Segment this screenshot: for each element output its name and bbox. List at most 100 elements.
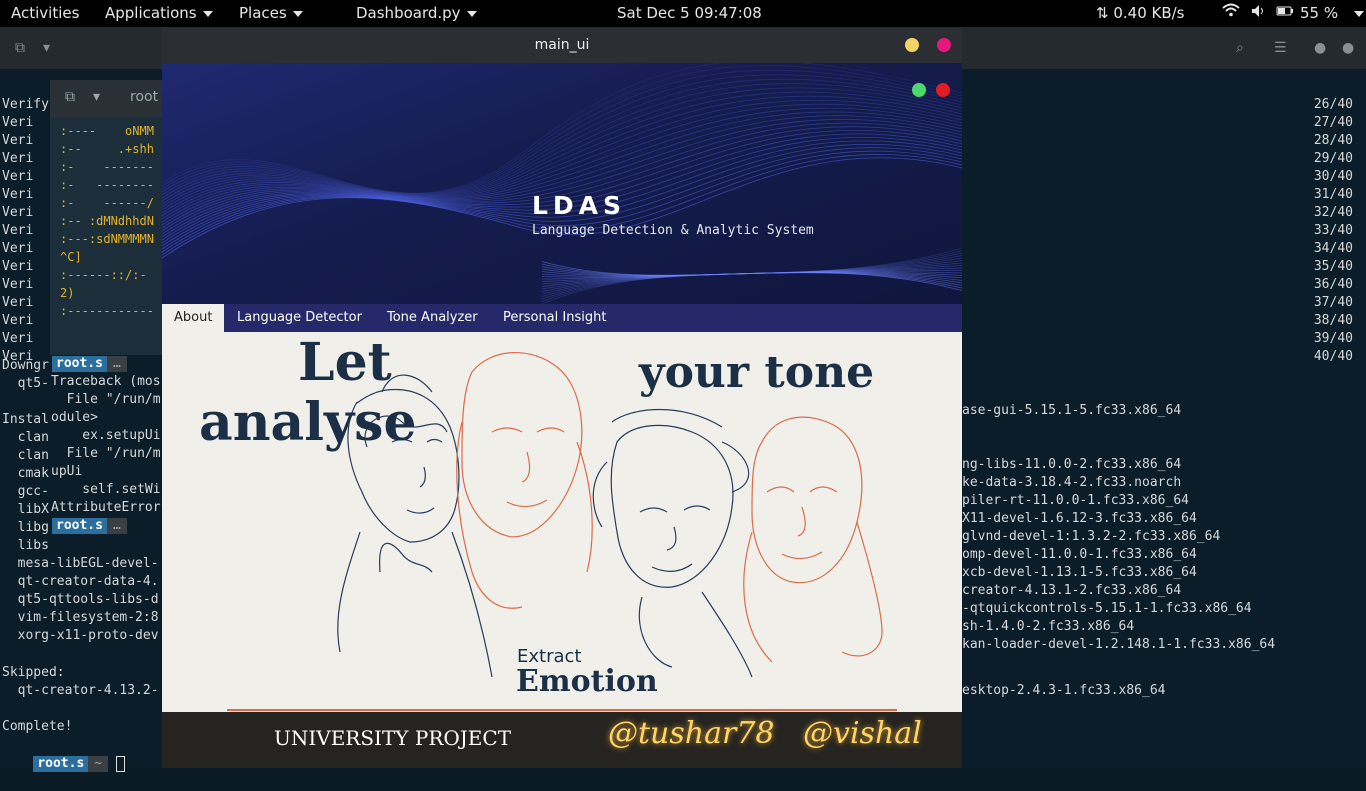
close-button[interactable] bbox=[937, 38, 951, 52]
search-icon[interactable]: ⌕ bbox=[1236, 40, 1244, 56]
terminal-line: :------::/:- bbox=[60, 268, 147, 282]
wave-lines-decoration bbox=[162, 63, 962, 304]
chevron-down-icon bbox=[292, 10, 303, 17]
network-speed: ⇅ 0.40 KB/s bbox=[1096, 4, 1185, 22]
tab-tone-analyzer[interactable]: Tone Analyzer bbox=[375, 304, 490, 332]
terminal-line: :---- oNMM bbox=[60, 124, 154, 138]
tab-about[interactable]: About bbox=[162, 304, 225, 333]
progress-count: 40/40 bbox=[1313, 349, 1353, 364]
terminal-line: xorg-x11-proto-dev bbox=[2, 628, 159, 643]
app-menu-label: Dashboard.py bbox=[356, 4, 461, 22]
wifi-icon[interactable] bbox=[1222, 0, 1240, 27]
package-line: kan-loader-devel-1.2.148.1-1.fc33.x86_64 bbox=[962, 637, 1276, 652]
applications-menu[interactable]: Applications bbox=[105, 0, 213, 27]
package-line: xcb-devel-1.13.1-5.fc33.x86_64 bbox=[962, 565, 1197, 580]
progress-count: 27/40 bbox=[1313, 115, 1353, 130]
text-cursor bbox=[115, 755, 125, 772]
activities-button[interactable]: Activities bbox=[11, 0, 79, 27]
prompt-user: root.s bbox=[52, 518, 107, 534]
wave-line bbox=[162, 69, 962, 195]
chevron-down-icon bbox=[466, 10, 477, 17]
traceback-prompt-2: root.s… bbox=[52, 517, 127, 535]
traceback-line: ex.setupUi bbox=[51, 428, 161, 443]
package-line: X11-devel-1.6.12-3.fc33.x86_64 bbox=[962, 511, 1197, 526]
progress-count: 32/40 bbox=[1313, 205, 1353, 220]
traceback-line: AttributeError bbox=[51, 500, 161, 515]
minimize-button[interactable] bbox=[905, 38, 919, 52]
new-tab-icon[interactable]: ⧉ bbox=[15, 40, 25, 56]
traceback-line: self.setWi bbox=[51, 482, 161, 497]
package-line: glvnd-devel-1:1.3.2-2.fc33.x86_64 bbox=[962, 529, 1221, 544]
hero-text-emotion: Emotion bbox=[516, 664, 658, 699]
package-line: -qtquickcontrols-5.15.1-1.fc33.x86_64 bbox=[962, 601, 1252, 616]
clock[interactable]: Sat Dec 5 09:47:08 bbox=[617, 0, 762, 27]
app-subtitle: Language Detection & Analytic System bbox=[532, 223, 814, 238]
prompt-ellipsis: … bbox=[106, 356, 127, 372]
top-panel: Activities Applications Places Dashboard… bbox=[0, 0, 1366, 27]
tab-bar: About Language Detector Tone Analyzer Pe… bbox=[162, 304, 962, 333]
traceback-line: upUi bbox=[51, 464, 83, 479]
prompt-dir: ~ bbox=[88, 756, 109, 772]
complete-text: Complete! bbox=[2, 719, 73, 734]
progress-count: 39/40 bbox=[1313, 331, 1353, 346]
main-ui-window[interactable]: main_ui LDAS Language Detection & Analyt… bbox=[162, 27, 962, 768]
hero-text-let: Let bbox=[298, 332, 392, 393]
close-icon[interactable]: ● bbox=[1342, 40, 1354, 56]
university-project-label: UNIVERSITY PROJECT bbox=[274, 726, 512, 750]
battery-percent: 55 % bbox=[1300, 4, 1339, 22]
app-red-button[interactable] bbox=[936, 83, 950, 97]
places-menu[interactable]: Places bbox=[239, 0, 303, 27]
skipped-label: Skipped: bbox=[2, 665, 65, 680]
window-title: main_ui bbox=[534, 37, 590, 53]
app-menu[interactable]: Dashboard.py bbox=[356, 0, 477, 27]
traceback-line: File "/run/m bbox=[51, 446, 161, 461]
terminal-package-list: ase-gui-5.15.1-5.fc33.x86_64 ng-libs-11.… bbox=[962, 402, 1275, 654]
system-menu-chevron-icon[interactable] bbox=[1354, 11, 1364, 17]
minimize-icon[interactable]: ● bbox=[1314, 40, 1326, 56]
hamburger-menu-icon[interactable]: ☰ bbox=[1274, 40, 1287, 56]
battery-icon[interactable] bbox=[1276, 0, 1294, 27]
progress-count: 26/40 bbox=[1313, 97, 1353, 112]
terminal-line: :- ------- bbox=[60, 160, 154, 174]
traceback-prompt: root.s… bbox=[52, 355, 127, 373]
tab-language-detector[interactable]: Language Detector bbox=[225, 304, 374, 332]
terminal-line: :- ------/ bbox=[60, 196, 154, 210]
window-titlebar[interactable]: main_ui bbox=[162, 27, 962, 63]
prompt-line[interactable]: root.s ~ bbox=[2, 737, 125, 791]
chevron-down-icon bbox=[202, 10, 213, 17]
package-line: ng-libs-11.0.0-2.fc33.x86_64 bbox=[962, 457, 1182, 472]
new-tab-icon[interactable]: ⧉ bbox=[65, 89, 75, 105]
traceback-line: Traceback (mos bbox=[51, 374, 161, 389]
traceback-line: File "/run/m bbox=[51, 392, 161, 407]
prompt-user: root.s bbox=[52, 356, 107, 372]
chevron-down-icon[interactable]: ▾ bbox=[43, 40, 50, 56]
applications-label: Applications bbox=[105, 4, 197, 22]
progress-count: 34/40 bbox=[1313, 241, 1353, 256]
package-line bbox=[962, 438, 1275, 456]
terminal-line: vim-filesystem-2:8 bbox=[2, 610, 159, 625]
progress-count: 38/40 bbox=[1313, 313, 1353, 328]
progress-count: 35/40 bbox=[1313, 259, 1353, 274]
terminal-line: 2) bbox=[60, 286, 75, 300]
secondary-terminal-header: ⧉ ▾ root bbox=[50, 80, 162, 118]
traceback-lines: Traceback (mos File "/run/m odule> ex.set… bbox=[51, 373, 161, 517]
author-handle-2: @vishal bbox=[803, 716, 922, 751]
traceback-pane: root.s… Traceback (mos File "/run/m odule… bbox=[50, 355, 162, 545]
tab-personal-insight[interactable]: Personal Insight bbox=[491, 304, 618, 332]
skipped-right: esktop-2.4.3-1.fc33.x86_64 bbox=[962, 683, 1166, 698]
prompt-ellipsis: … bbox=[106, 518, 127, 534]
about-page: Let analyse your tone Extract Emotion bbox=[162, 332, 962, 712]
places-label: Places bbox=[239, 4, 287, 22]
terminal-line: :-- .+shh bbox=[60, 142, 154, 156]
app-green-button[interactable] bbox=[912, 83, 926, 97]
progress-count: 29/40 bbox=[1313, 151, 1353, 166]
package-line: ase-gui-5.15.1-5.fc33.x86_64 bbox=[962, 403, 1182, 418]
hero-text-your-tone: your tone bbox=[639, 347, 875, 398]
volume-icon[interactable] bbox=[1251, 0, 1265, 27]
terminal-line: :------------ bbox=[60, 304, 154, 318]
package-line: omp-devel-11.0.0-1.fc33.x86_64 bbox=[962, 547, 1197, 562]
progress-count: 31/40 bbox=[1313, 187, 1353, 202]
traceback-line: odule> bbox=[51, 410, 98, 425]
package-line: piler-rt-11.0.0-1.fc33.x86_64 bbox=[962, 493, 1189, 508]
chevron-down-icon[interactable]: ▾ bbox=[93, 89, 100, 105]
